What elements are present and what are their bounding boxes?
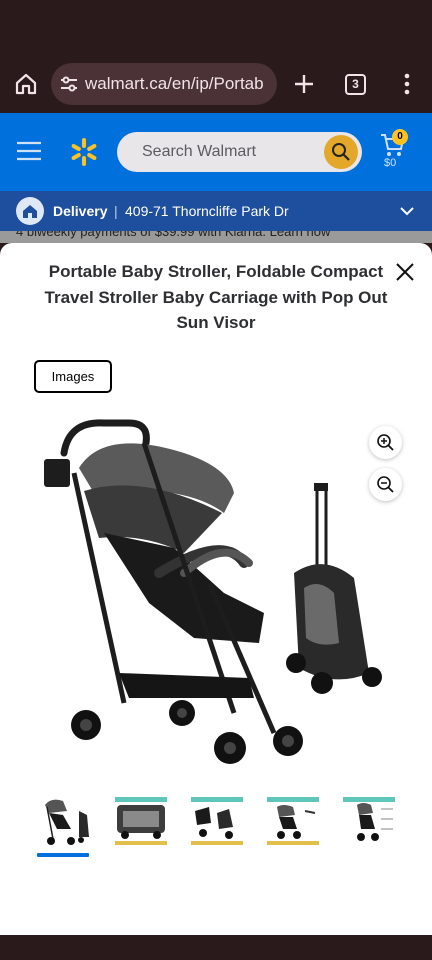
- image-gallery-modal: Portable Baby Stroller, Foldable Compact…: [0, 243, 432, 935]
- thumbnail-3[interactable]: [189, 793, 245, 849]
- browser-toolbar: walmart.ca/en/ip/Portab 3: [0, 56, 432, 112]
- zoom-out-icon: [377, 476, 394, 493]
- plus-icon[interactable]: [292, 72, 316, 96]
- delivery-bar[interactable]: Delivery | 409-71 Thorncliffe Park Dr: [0, 191, 432, 231]
- status-bar: [0, 0, 432, 56]
- cart-total: $0: [384, 157, 397, 169]
- system-navigation-bar: [0, 935, 432, 960]
- images-tab[interactable]: Images: [34, 360, 112, 393]
- search-placeholder: Search Walmart: [142, 143, 257, 160]
- delivery-separator: |: [114, 203, 118, 219]
- thumbnail-image: [267, 797, 319, 845]
- zoom-in-icon: [377, 434, 394, 451]
- delivery-address: 409-71 Thorncliffe Park Dr: [125, 203, 289, 219]
- thumbnail-1[interactable]: [37, 793, 93, 857]
- product-main-image[interactable]: [34, 413, 398, 785]
- thumbnail-image: [191, 797, 243, 845]
- search-icon: [332, 143, 350, 161]
- address-bar[interactable]: walmart.ca/en/ip/Portab: [51, 63, 277, 105]
- walmart-header: Search Walmart 0 $0: [0, 113, 432, 191]
- spark-logo-icon[interactable]: [68, 136, 100, 168]
- home-icon[interactable]: [14, 72, 38, 96]
- tab-switcher-button[interactable]: 3: [345, 74, 366, 95]
- delivery-label: Delivery: [53, 203, 108, 219]
- url-text: walmart.ca/en/ip/Portab: [85, 74, 264, 93]
- background-content-peek: 4 biweekly payments of $39.99 with Klarn…: [0, 231, 432, 243]
- modal-title: Portable Baby Stroller, Foldable Compact…: [44, 262, 388, 332]
- zoom-in-button[interactable]: [369, 426, 402, 459]
- tune-icon[interactable]: [60, 76, 78, 92]
- thumbnail-image: [115, 797, 167, 845]
- thumbnail-image: [45, 799, 89, 845]
- chevron-down-icon[interactable]: [399, 204, 415, 218]
- thumbnail-5[interactable]: [341, 793, 397, 849]
- search-input[interactable]: Search Walmart: [117, 132, 362, 172]
- menu-icon[interactable]: [16, 140, 42, 162]
- kebab-icon[interactable]: [397, 72, 417, 96]
- close-icon[interactable]: [394, 261, 416, 283]
- house-icon: [16, 197, 44, 225]
- peek-text: 4 biweekly payments of $39.99 with Klarn…: [16, 231, 331, 239]
- thumbnail-2[interactable]: [113, 793, 169, 849]
- zoom-out-button[interactable]: [369, 468, 402, 501]
- thumbnail-4[interactable]: [265, 793, 321, 849]
- thumbnail-image: [343, 797, 395, 841]
- thumbnail-strip: [34, 793, 398, 857]
- search-button[interactable]: [324, 135, 358, 169]
- cart-count-badge: 0: [392, 129, 408, 145]
- selected-indicator: [37, 853, 89, 857]
